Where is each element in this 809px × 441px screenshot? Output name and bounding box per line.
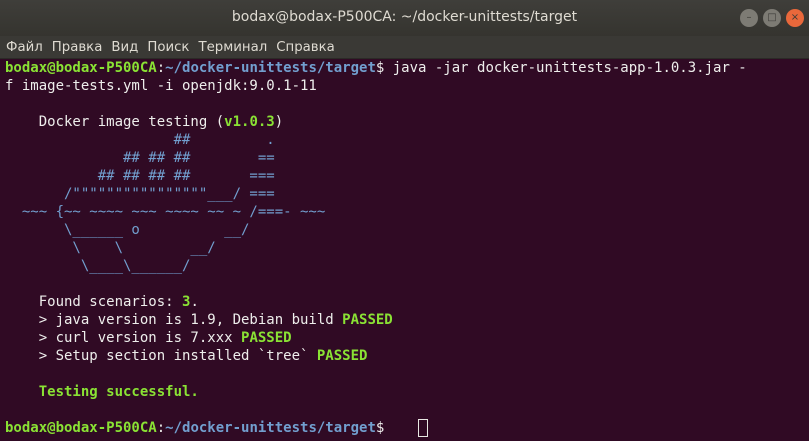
prompt-user: bodax@bodax-P500CA [5, 60, 157, 76]
command-line-2: f image-tests.yml -i openjdk:9.0.1-11 [5, 78, 317, 94]
status-passed: PASSED [241, 330, 292, 346]
ascii-art-line-1: ## . [5, 132, 275, 148]
result-line: > curl version is 7.xxx PASSED [5, 329, 292, 347]
command-text: java -jar docker-unittests-app-1.0.3.jar… [392, 60, 747, 76]
command-prompt-2: bodax@bodax-P500CA:~/docker-unittests/ta… [5, 419, 393, 437]
terminal-output[interactable]: bodax@bodax-P500CA:~/docker-unittests/ta… [0, 59, 809, 441]
ascii-art-line-7: \ \ __/ [5, 240, 216, 256]
status-passed: PASSED [316, 348, 368, 364]
window-title: bodax@bodax-P500CA: ~/docker-unittests/t… [231, 9, 578, 25]
maximize-button[interactable]: □ [763, 9, 781, 27]
found-prefix: Found scenarios: [5, 294, 183, 310]
result-line: > java version is 1.9, Debian build PASS… [5, 311, 393, 329]
found-scenarios: Found scenarios: 3. [5, 293, 199, 311]
text-cursor [418, 419, 428, 437]
found-suffix: . [190, 294, 199, 310]
banner-title: Docker image testing (v1.0.3) [5, 113, 283, 131]
ascii-art-line-4: /""""""""""""""""___/ === [5, 186, 275, 202]
banner-title-suffix: ) [274, 114, 284, 130]
result-text: > Setup section installed `tree` [5, 348, 317, 364]
menu-terminal[interactable]: Терминал [198, 40, 267, 55]
menu-edit[interactable]: Правка [52, 40, 103, 55]
success-message: Testing successful. [5, 384, 199, 400]
result-text: > java version is 1.9, Debian build [5, 312, 343, 328]
prompt-dollar: $ [375, 420, 393, 436]
prompt-path: ~/docker-unittests/target [165, 60, 376, 76]
ascii-art-line-3: ## ## ## ## === [5, 168, 275, 184]
prompt-user: bodax@bodax-P500CA [5, 420, 157, 436]
window-controls: – □ × [740, 9, 804, 27]
ascii-art-line-6: \______ o __/ [5, 222, 250, 238]
prompt-colon: : [156, 420, 166, 436]
ascii-art-line-5: ~~~ {~~ ~~~~ ~~~ ~~~~ ~~ ~ /===- ~~~ [5, 204, 326, 220]
command-line-1: bodax@bodax-P500CA:~/docker-unittests/ta… [5, 59, 747, 77]
menu-bar: Файл Правка Вид Поиск Терминал Справка [0, 36, 809, 59]
ascii-art-line-2: ## ## ## == [5, 150, 275, 166]
prompt-path: ~/docker-unittests/target [165, 420, 376, 436]
menu-search[interactable]: Поиск [147, 40, 189, 55]
result-line: > Setup section installed `tree` PASSED [5, 347, 368, 365]
prompt-dollar: $ [375, 60, 393, 76]
banner-title-prefix: Docker image testing ( [5, 114, 225, 130]
menu-file[interactable]: Файл [6, 40, 43, 55]
maximize-icon: □ [767, 12, 777, 23]
close-icon: × [790, 12, 800, 23]
menu-help[interactable]: Справка [276, 40, 335, 55]
status-passed: PASSED [342, 312, 393, 328]
menu-view[interactable]: Вид [111, 40, 138, 55]
terminal-window: bodax@bodax-P500CA: ~/docker-unittests/t… [0, 0, 809, 441]
title-bar[interactable]: bodax@bodax-P500CA: ~/docker-unittests/t… [0, 0, 809, 37]
minimize-button[interactable]: – [740, 9, 758, 27]
ascii-art-line-8: \____\______/ [5, 258, 191, 274]
result-text: > curl version is 7.xxx [5, 330, 242, 346]
minimize-icon: – [746, 12, 752, 23]
close-button[interactable]: × [786, 9, 804, 27]
prompt-colon: : [156, 60, 166, 76]
banner-version: v1.0.3 [224, 114, 275, 130]
